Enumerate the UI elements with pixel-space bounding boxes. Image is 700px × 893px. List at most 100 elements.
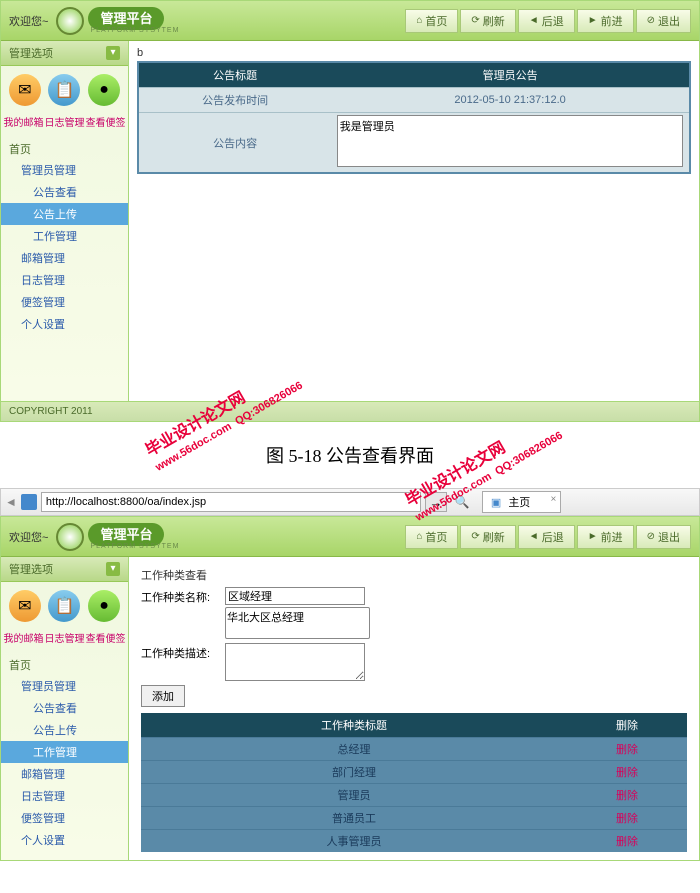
exit-icon: ⊘ [647, 531, 655, 542]
log-icon[interactable]: 📋 [48, 74, 80, 106]
nav-refresh[interactable]: ⟳刷新 [460, 9, 515, 33]
table-row: 部门经理删除 [141, 761, 687, 784]
menu-item[interactable]: 个人设置 [1, 313, 128, 335]
tab-title: 主页 [508, 497, 530, 509]
nav-exit[interactable]: ⊘退出 [636, 525, 691, 549]
nav-forward[interactable]: ►前进 [577, 525, 634, 549]
forward-icon: ► [588, 15, 598, 26]
collapse-icon[interactable]: ▾ [106, 562, 120, 576]
td-content-label: 公告内容 [138, 113, 331, 174]
desc-textarea[interactable] [225, 643, 365, 681]
nav-refresh[interactable]: ⟳刷新 [460, 525, 515, 549]
row-title: 人事管理员 [141, 830, 567, 853]
menu-item[interactable]: 公告上传 [1, 203, 128, 225]
menu-root[interactable]: 首页 [1, 655, 128, 675]
logo-icon [56, 7, 84, 35]
job-type-form: 工作种类查看 工作种类名称: 华北大区总经理 工作种类描述: [137, 561, 691, 856]
announcement-textarea[interactable]: 我是管理员 [337, 115, 684, 167]
quick-labels: 我的邮箱 日志管理 查看便签 [1, 114, 128, 135]
log-icon[interactable]: 📋 [48, 590, 80, 622]
quick-log[interactable]: 日志管理 [45, 114, 85, 129]
nav-home[interactable]: ⌂首页 [405, 9, 458, 33]
panel-bottom: 欢迎您~ 管理平台 PLATFORM SYSYTEM ⌂首页 ⟳刷新 ◄后退 ►… [0, 516, 700, 861]
sidebar-title: 管理选项 [9, 561, 53, 577]
quick-notes[interactable]: 查看便签 [86, 114, 126, 129]
menu-tree: 首页 管理员管理公告查看公告上传工作管理邮箱管理日志管理便签管理个人设置 [1, 135, 128, 339]
name-select[interactable]: 华北大区总经理 [225, 607, 370, 639]
list-th-delete: 删除 [567, 713, 687, 738]
back-icon: ◄ [529, 531, 539, 542]
welcome-text: 欢迎您~ [9, 13, 48, 29]
name-input[interactable] [225, 587, 365, 605]
menu-item[interactable]: 日志管理 [1, 785, 128, 807]
home-icon: ⌂ [416, 531, 422, 542]
menu-item[interactable]: 便签管理 [1, 291, 128, 313]
select-option[interactable]: 华北大区总经理 [226, 608, 369, 626]
add-button[interactable]: 添加 [141, 685, 185, 707]
menu-item[interactable]: 公告查看 [1, 697, 128, 719]
menu-item[interactable]: 公告上传 [1, 719, 128, 741]
name-label: 工作种类名称: [141, 587, 221, 605]
url-bar[interactable] [41, 492, 421, 512]
menu-item[interactable]: 公告查看 [1, 181, 128, 203]
list-th-title: 工作种类标题 [141, 713, 567, 738]
search-icon[interactable]: 🔍 [455, 495, 470, 509]
menu-item[interactable]: 邮箱管理 [1, 247, 128, 269]
nav-back[interactable]: ◄后退 [518, 525, 575, 549]
quick-mailbox[interactable]: 我的邮箱 [4, 630, 44, 645]
quick-mailbox[interactable]: 我的邮箱 [4, 114, 44, 129]
table-row: 管理员删除 [141, 784, 687, 807]
table-row: 人事管理员删除 [141, 830, 687, 853]
mailbox-icon[interactable]: ✉ [9, 590, 41, 622]
panel-top: 欢迎您~ 管理平台 PLATFORM SYSYTEM ⌂首页 ⟳刷新 ◄后退 ►… [0, 0, 700, 422]
go-button[interactable]: → [425, 492, 447, 512]
th-title: 公告标题 [138, 62, 331, 88]
logo-icon [56, 523, 84, 551]
quick-icons: ✉ 📋 ● [1, 582, 128, 630]
browser-tab[interactable]: ▣ 主页 × [482, 491, 561, 513]
delete-link[interactable]: 删除 [567, 761, 687, 784]
menu-root[interactable]: 首页 [1, 139, 128, 159]
mailbox-icon[interactable]: ✉ [9, 74, 41, 106]
menu-item[interactable]: 个人设置 [1, 829, 128, 851]
delete-link[interactable]: 删除 [567, 784, 687, 807]
delete-link[interactable]: 删除 [567, 738, 687, 761]
menu-item[interactable]: 管理员管理 [1, 675, 128, 697]
menu-item[interactable]: 工作管理 [1, 225, 128, 247]
nav-back[interactable]: ◄后退 [518, 9, 575, 33]
quick-labels: 我的邮箱 日志管理 查看便签 [1, 630, 128, 651]
nav-home[interactable]: ⌂首页 [405, 525, 458, 549]
platform-subtitle: PLATFORM SYSYTEM [90, 543, 179, 550]
row-title: 总经理 [141, 738, 567, 761]
delete-link[interactable]: 删除 [567, 807, 687, 830]
quick-notes[interactable]: 查看便签 [86, 630, 126, 645]
menu-item[interactable]: 邮箱管理 [1, 763, 128, 785]
sidebar: 管理选项 ▾ ✉ 📋 ● 我的邮箱 日志管理 查看便签 首页 管理员管理公告查看… [1, 41, 129, 401]
collapse-icon[interactable]: ▾ [106, 46, 120, 60]
notes-icon[interactable]: ● [88, 590, 120, 622]
menu-tree: 首页 管理员管理公告查看公告上传工作管理邮箱管理日志管理便签管理个人设置 [1, 651, 128, 855]
sidebar-title: 管理选项 [9, 45, 53, 61]
browser-back-icon[interactable]: ◄ [5, 495, 17, 509]
nav-bar: ⌂首页 ⟳刷新 ◄后退 ►前进 ⊘退出 [405, 9, 691, 33]
quick-log[interactable]: 日志管理 [45, 630, 85, 645]
tab-close-icon[interactable]: × [550, 494, 556, 505]
content-area: 工作种类查看 工作种类名称: 华北大区总经理 工作种类描述: [129, 557, 699, 860]
delete-link[interactable]: 删除 [567, 830, 687, 853]
desc-label: 工作种类描述: [141, 643, 221, 661]
menu-item[interactable]: 日志管理 [1, 269, 128, 291]
app-header: 欢迎您~ 管理平台 PLATFORM SYSYTEM ⌂首页 ⟳刷新 ◄后退 ►… [1, 517, 699, 557]
content-top-label: b [137, 45, 691, 61]
notes-icon[interactable]: ● [88, 74, 120, 106]
td-content-cell: 我是管理员 [331, 113, 690, 174]
figure-caption: 图 5-18 公告查看界面 [0, 422, 700, 488]
content-area: b 公告标题 管理员公告 公告发布时间 2012-05-10 21:37:12.… [129, 41, 699, 401]
copyright: COPYRIGHT 2011 [9, 406, 93, 417]
menu-item[interactable]: 工作管理 [1, 741, 128, 763]
menu-item[interactable]: 便签管理 [1, 807, 128, 829]
exit-icon: ⊘ [647, 15, 655, 26]
nav-forward[interactable]: ►前进 [577, 9, 634, 33]
nav-exit[interactable]: ⊘退出 [636, 9, 691, 33]
menu-item[interactable]: 管理员管理 [1, 159, 128, 181]
announcement-table: 公告标题 管理员公告 公告发布时间 2012-05-10 21:37:12.0 … [137, 61, 691, 174]
